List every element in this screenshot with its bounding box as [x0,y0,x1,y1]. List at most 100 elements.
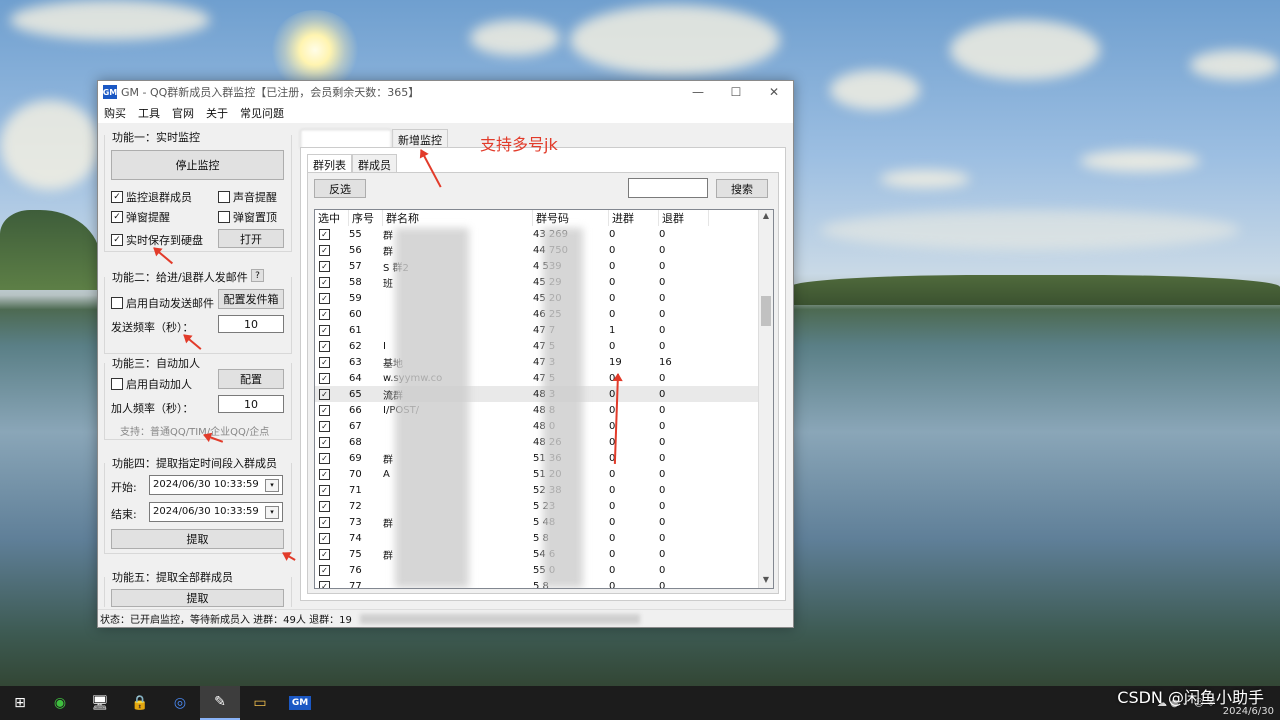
monitor-leave-checkbox[interactable]: ✓ 监控退群成员 [111,189,192,205]
gm-app-icon: GM [103,85,117,99]
lock-icon[interactable]: 🔒 [120,686,160,720]
send-frequency-input[interactable]: 10 [218,315,284,333]
header-seq[interactable]: 序号 [349,210,383,226]
invert-selection-button[interactable]: 反选 [314,179,366,198]
row-checkbox[interactable]: ✓ [315,388,349,400]
menu-tools[interactable]: 工具 [138,105,160,121]
scroll-thumb[interactable] [761,296,771,326]
scroll-up-icon[interactable]: ▲ [759,211,773,223]
status-bar: 状态：已开启监控，等待新成员入 进群：49人 退群：19 [98,609,793,627]
cloud [950,20,1100,80]
menu-website[interactable]: 官网 [172,105,194,121]
menu-buy[interactable]: 购买 [104,105,126,121]
header-select[interactable]: 选中 [315,210,349,226]
row-left: 0 [659,532,666,544]
row-checkbox[interactable]: ✓ [315,244,349,256]
row-checkbox[interactable]: ✓ [315,452,349,464]
row-checkbox[interactable]: ✓ [315,340,349,352]
row-checkbox[interactable]: ✓ [315,564,349,576]
group-list-panel: 反选 搜索 选中 序号 群名称 群号码 进群 退群 ✓55群43 26900✓5… [307,172,779,594]
extract-range-button[interactable]: 提取 [111,529,284,549]
row-checkbox[interactable]: ✓ [315,580,349,588]
minimize-button[interactable]: — [679,85,717,99]
add-frequency-label: 加人频率（秒）： [111,402,194,415]
popup-alert-checkbox[interactable]: ✓ 弹窗提醒 [111,209,170,225]
annotation-text: 支持多号jk [480,135,558,154]
scroll-down-icon[interactable]: ▼ [759,575,773,587]
calendar-dropdown-icon[interactable]: ▾ [265,479,279,492]
row-checkbox[interactable]: ✓ [315,404,349,416]
close-button[interactable]: ✕ [755,85,793,99]
auto-email-checkbox[interactable]: 启用自动发送邮件 [111,295,214,311]
chrome-icon[interactable]: ◎ [160,686,200,720]
checkbox-box: ✓ [319,580,330,588]
calendar-dropdown-icon[interactable]: ▾ [265,506,279,519]
folder-icon[interactable]: ▭ [240,686,280,720]
checkbox-box: ✓ [111,191,123,203]
row-checkbox[interactable]: ✓ [315,228,349,240]
checkbox-box [218,191,230,203]
checkbox-box: ✓ [319,276,330,288]
row-left: 0 [659,388,666,400]
row-seq: 73 [349,516,362,528]
header-joined[interactable]: 进群 [609,210,659,226]
start-datetime-picker[interactable]: 2024/06/30 10:33:59 ▾ [149,475,283,495]
browser-icon[interactable]: ◉ [40,686,80,720]
popup-top-checkbox[interactable]: 弹窗置顶 [218,209,277,225]
privacy-blur [359,613,640,624]
computer-icon[interactable]: 🖥 [80,686,120,720]
checkbox-box: ✓ [319,356,330,368]
row-checkbox[interactable]: ✓ [315,420,349,432]
row-checkbox[interactable]: ✓ [315,276,349,288]
row-checkbox[interactable]: ✓ [315,484,349,496]
row-left: 0 [659,564,666,576]
row-checkbox[interactable]: ✓ [315,500,349,512]
header-left[interactable]: 退群 [659,210,709,226]
row-checkbox[interactable]: ✓ [315,292,349,304]
windows-start-icon[interactable]: ⊞ [0,686,40,720]
vertical-scrollbar[interactable]: ▲ ▼ [758,210,773,588]
config-mailbox-button[interactable]: 配置发件箱 [218,289,284,309]
row-seq: 69 [349,452,362,464]
gm-taskbar-icon[interactable]: GM [280,686,320,720]
row-checkbox[interactable]: ✓ [315,324,349,336]
row-checkbox[interactable]: ✓ [315,532,349,544]
cloud [570,5,780,75]
row-checkbox[interactable]: ✓ [315,516,349,528]
checkbox-box: ✓ [319,228,330,240]
search-button[interactable]: 搜索 [716,179,768,198]
header-group-name[interactable]: 群名称 [383,210,533,226]
help-button[interactable]: ? [251,269,264,282]
row-checkbox[interactable]: ✓ [315,436,349,448]
config-button[interactable]: 配置 [218,369,284,389]
row-seq: 60 [349,308,362,320]
tool-app-icon[interactable]: ✎ [200,686,240,720]
open-button[interactable]: 打开 [218,229,284,248]
group-title: 功能二：给进/退群人发邮件 [110,269,250,285]
row-left: 0 [659,276,666,288]
row-checkbox[interactable]: ✓ [315,468,349,480]
stop-monitor-button[interactable]: 停止监控 [111,150,284,180]
table-header: 选中 序号 群名称 群号码 进群 退群 [315,210,773,226]
maximize-button[interactable]: ☐ [717,85,755,99]
sound-alert-checkbox[interactable]: 声音提醒 [218,189,277,205]
header-group-number[interactable]: 群号码 [533,210,609,226]
auto-add-checkbox[interactable]: 启用自动加人 [111,376,192,392]
row-checkbox[interactable]: ✓ [315,356,349,368]
window-title: GM - QQ群新成员入群监控【已注册，会员剩余天数：365】 [121,86,420,99]
row-checkbox[interactable]: ✓ [315,260,349,272]
row-checkbox[interactable]: ✓ [315,548,349,560]
checkbox-box: ✓ [319,564,330,576]
row-left: 0 [659,244,666,256]
row-checkbox[interactable]: ✓ [315,372,349,384]
row-seq: 66 [349,404,362,416]
row-checkbox[interactable]: ✓ [315,308,349,320]
row-left: 0 [659,452,666,464]
menu-faq[interactable]: 常见问题 [240,105,284,121]
search-input[interactable] [628,178,708,198]
row-left: 0 [659,436,666,448]
extract-all-button[interactable]: 提取 [111,589,284,607]
add-frequency-input[interactable]: 10 [218,395,284,413]
end-datetime-picker[interactable]: 2024/06/30 10:33:59 ▾ [149,502,283,522]
menu-about[interactable]: 关于 [206,105,228,121]
